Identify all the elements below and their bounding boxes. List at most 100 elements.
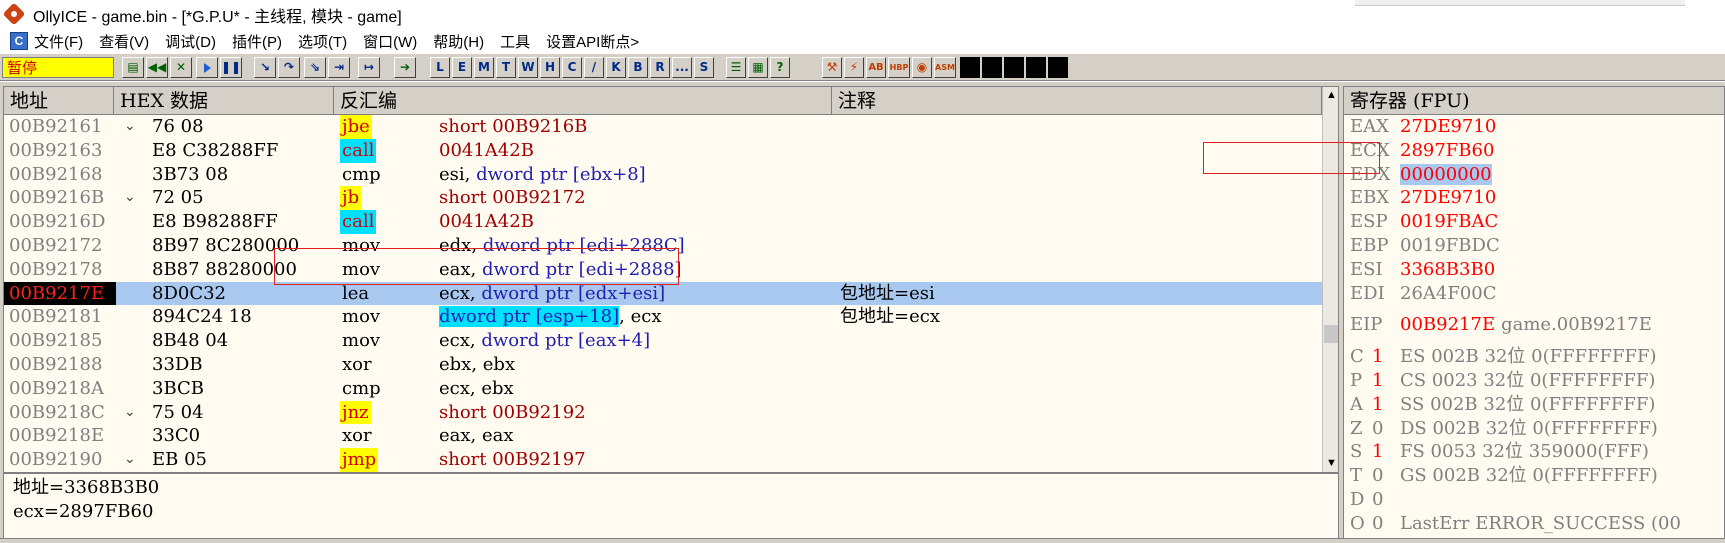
menu-tools[interactable]: 工具 xyxy=(500,31,530,52)
register-value[interactable]: 3368B3B0 xyxy=(1400,259,1495,280)
register-esp[interactable]: ESP 0019FBAC xyxy=(1344,210,1724,234)
flag-row-o[interactable]: O 0 LastErr ERROR_SUCCESS (00 xyxy=(1344,512,1724,536)
register-value[interactable]: 0019FBAC xyxy=(1400,211,1498,232)
column-header-disassembly[interactable]: 反汇编 xyxy=(334,87,832,115)
restart-icon[interactable]: ◀◀ xyxy=(146,57,168,78)
cpu-button[interactable]: C xyxy=(562,57,582,78)
disassembly-row[interactable]: 00B92163 E8 C38288FF call 0041A42B xyxy=(4,138,1322,163)
column-header-address[interactable]: 地址 xyxy=(4,87,114,115)
menu-debug[interactable]: 调试(D) xyxy=(165,31,216,52)
register-edi[interactable]: EDI 26A4F00C xyxy=(1344,282,1724,306)
disassembly-row[interactable]: 00B92185 8B48 04 mov ecx, dword ptr [eax+4] xyxy=(4,329,1322,353)
plugin-slot-5-icon[interactable] xyxy=(1048,57,1068,78)
call-stack-button[interactable]: K xyxy=(606,57,626,78)
plugin-lightning-icon[interactable]: ⚡ xyxy=(844,57,864,78)
flag-row-s[interactable]: S 1 FS 0053 32位 359000(FFF) xyxy=(1344,440,1724,464)
step-into-icon[interactable]: ↘ xyxy=(254,57,276,78)
scroll-thumb[interactable] xyxy=(1324,325,1338,343)
column-header-hex[interactable]: HEX 数据 xyxy=(114,87,334,115)
plugin-slot-1-icon[interactable] xyxy=(960,57,980,78)
flag-value[interactable]: 0 xyxy=(1372,464,1400,488)
plugin-slot-4-icon[interactable] xyxy=(1026,57,1046,78)
menu-options[interactable]: 选项(T) xyxy=(298,31,347,52)
registers-pane[interactable]: 寄存器 (FPU) EAX 27DE9710 ECX 2897FB60 EDX 00000… xyxy=(1343,86,1725,543)
disassembly-row[interactable]: 00B92161 ⌄ 76 08 jbe short 00B9216B xyxy=(4,115,1322,139)
disassembly-row[interactable]: 00B9218C ⌄ 75 04 jnz short 00B92192 xyxy=(4,400,1322,425)
patches-button[interactable]: / xyxy=(584,57,604,78)
log-window-button[interactable]: L xyxy=(430,57,450,78)
references-button[interactable]: R xyxy=(650,57,670,78)
disassembly-row[interactable]: 00B92190 ⌄ EB 05 jmp short 00B92197 xyxy=(4,448,1322,472)
scroll-down-arrow-icon[interactable]: ▼ xyxy=(1323,455,1338,472)
menu-window[interactable]: 窗口(W) xyxy=(363,31,417,52)
flag-value[interactable]: 1 xyxy=(1372,393,1400,417)
disassembly-row[interactable]: 00B92181 894C24 18 mov dword ptr [esp+18], … xyxy=(4,305,1322,329)
register-edx[interactable]: EDX 00000000 xyxy=(1344,163,1724,187)
close-process-icon[interactable]: ✕ xyxy=(170,57,192,78)
flag-row-d[interactable]: D0 xyxy=(1344,488,1724,512)
source-button[interactable]: S xyxy=(694,57,714,78)
flag-row-t[interactable]: T 0 GS 002B 32位 0(FFFFFFFF) xyxy=(1344,464,1724,488)
flag-value[interactable]: 1 xyxy=(1372,345,1400,369)
menu-help[interactable]: 帮助(H) xyxy=(433,31,484,52)
run-icon[interactable] xyxy=(196,57,218,78)
plugin-hbp-button[interactable]: HBP xyxy=(888,57,910,78)
disassembly-pane[interactable]: 地址 HEX 数据 反汇编 注释 00B92161 ⌄ 76 08 jbe short … xyxy=(3,86,1339,473)
flag-value[interactable]: 1 xyxy=(1372,369,1400,393)
register-ebx[interactable]: EBX 27DE9710 xyxy=(1344,186,1724,210)
flag-row-c[interactable]: C 1 ES 002B 32位 0(FFFFFFFF) xyxy=(1344,345,1724,369)
menu-plugins[interactable]: 插件(P) xyxy=(232,31,282,52)
register-ebp[interactable]: EBP 0019FBDC xyxy=(1344,234,1724,258)
disassembly-row[interactable]: 00B9216B ⌄ 72 05 jb short 00B92172 xyxy=(4,186,1322,211)
register-value[interactable]: 00000000 xyxy=(1400,163,1492,185)
disassembly-row[interactable]: 00B92188 33DB xor ebx, ebx xyxy=(4,353,1322,377)
disassembly-row[interactable]: 00B9216D E8 B98288FF call 0041A42B xyxy=(4,210,1322,234)
plugin-target-icon[interactable]: ◉ xyxy=(912,57,932,78)
disassembly-row[interactable]: 00B92168 3B73 08 cmp esi, dword ptr [ebx+8] xyxy=(4,163,1322,187)
menu-file[interactable]: 文件(F) xyxy=(34,31,83,52)
windows-button[interactable]: W xyxy=(518,57,538,78)
list-view-icon[interactable]: ☰ xyxy=(726,57,746,78)
plugin-slot-2-icon[interactable] xyxy=(982,57,1002,78)
info-pane[interactable]: 地址=3368B3B0 ecx=2897FB60 xyxy=(3,473,1339,543)
flag-value[interactable]: 0 xyxy=(1372,488,1400,512)
goto-address-icon[interactable]: ➔ xyxy=(394,57,416,78)
open-file-icon[interactable]: ▤ xyxy=(122,57,144,78)
flag-value[interactable]: 0 xyxy=(1372,417,1400,441)
trace-over-icon[interactable]: ⇥ xyxy=(328,57,350,78)
help-icon[interactable]: ? xyxy=(770,57,790,78)
register-value[interactable]: 0019FBDC xyxy=(1400,235,1500,256)
trace-into-icon[interactable]: ⇘ xyxy=(304,57,326,78)
handles-button[interactable]: H xyxy=(540,57,560,78)
menu-view[interactable]: 查看(V) xyxy=(99,31,149,52)
flag-row-a[interactable]: A 1 SS 002B 32位 0(FFFFFFFF) xyxy=(1344,393,1724,417)
disassembly-row[interactable]: 00B92178 8B87 88280000 mov eax, dword ptr [… xyxy=(4,258,1322,282)
plugin-tool-icon[interactable]: ⚒ xyxy=(822,57,842,78)
disassembly-row[interactable]: 00B9218A 3BCB cmp ecx, ebx xyxy=(4,377,1322,401)
threads-button[interactable]: T xyxy=(496,57,516,78)
plugin-asm-button[interactable]: ASM xyxy=(934,57,956,78)
register-eax[interactable]: EAX 27DE9710 xyxy=(1344,115,1724,139)
register-value[interactable]: 2897FB60 xyxy=(1400,140,1494,161)
register-value[interactable]: 27DE9710 xyxy=(1400,187,1496,208)
flag-row-p[interactable]: P 1 CS 0023 32位 0(FFFFFFFF) xyxy=(1344,369,1724,393)
register-eip[interactable]: EIP 00B9217E game.00B9217E xyxy=(1344,313,1724,337)
disassembly-row[interactable]: 00B92172 8B97 8C280000 mov edx, dword ptr [… xyxy=(4,234,1322,258)
grid-view-icon[interactable]: ▦ xyxy=(748,57,768,78)
register-esi[interactable]: ESI 3368B3B0 xyxy=(1344,258,1724,282)
breakpoints-button[interactable]: B xyxy=(628,57,648,78)
flag-row-z[interactable]: Z 0 DS 002B 32位 0(FFFFFFFF) xyxy=(1344,417,1724,441)
disassembly-row[interactable]: 00B9218E 33C0 xor eax, eax xyxy=(4,424,1322,448)
register-value[interactable]: 27DE9710 xyxy=(1400,116,1496,137)
disassembly-scrollbar[interactable]: ▲ ▼ xyxy=(1322,87,1338,472)
register-ecx[interactable]: ECX 2897FB60 xyxy=(1344,139,1724,163)
flag-value[interactable]: 0 xyxy=(1372,512,1400,536)
plugin-slot-3-icon[interactable] xyxy=(1004,57,1024,78)
disassembly-row[interactable]: 00B9217E 8D0C32 lea ecx, dword ptr [edx+esi… xyxy=(4,281,1322,306)
column-header-comment[interactable]: 注释 xyxy=(832,87,1322,115)
pause-icon[interactable]: ❚❚ xyxy=(220,57,242,78)
plugin-ab-button[interactable]: AB xyxy=(866,57,886,78)
cpu-window-icon[interactable]: C xyxy=(10,32,28,50)
flag-value[interactable]: 1 xyxy=(1372,440,1400,464)
scroll-up-arrow-icon[interactable]: ▲ xyxy=(1323,87,1338,104)
